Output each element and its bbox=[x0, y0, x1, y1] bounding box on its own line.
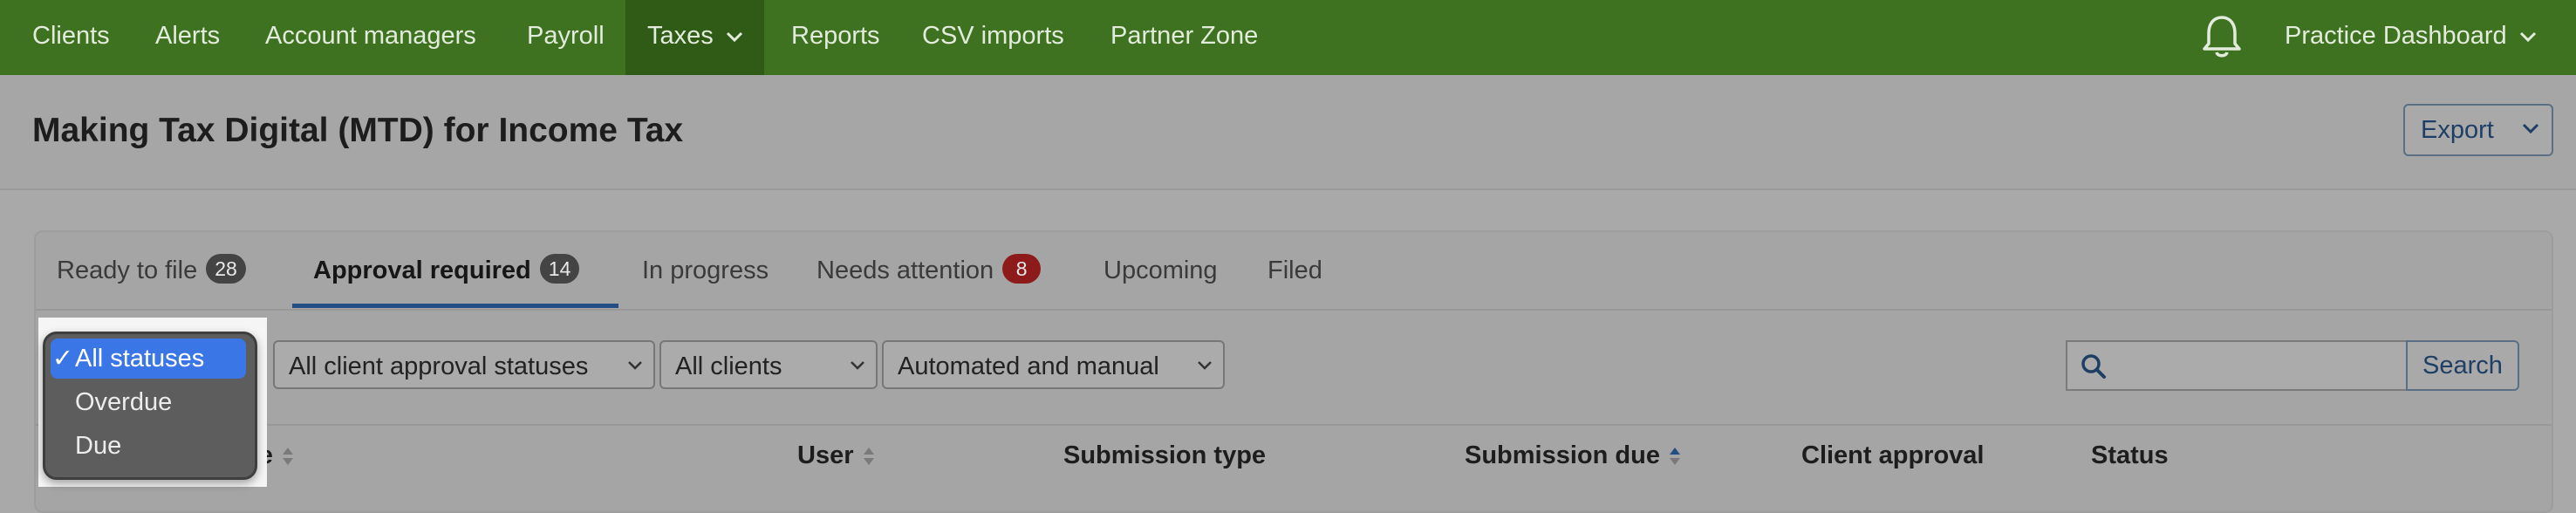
column-header-label: User bbox=[797, 441, 854, 469]
top-nav: Clients Alerts Account managers Payroll … bbox=[0, 0, 2576, 75]
chevron-down-icon bbox=[851, 361, 864, 370]
tab-ready-to-file[interactable]: Ready to file 28 bbox=[57, 232, 246, 309]
clients-filter[interactable]: All clients bbox=[659, 340, 878, 389]
status-options-menu: ✓All statuses Overdue Due bbox=[43, 332, 257, 480]
column-header-submission-type: Submission type bbox=[1063, 441, 1267, 469]
option-overdue[interactable]: Overdue bbox=[51, 382, 246, 422]
client-approval-filter[interactable]: All client approval statuses bbox=[273, 340, 655, 389]
nav-partner-zone[interactable]: Partner Zone bbox=[1110, 0, 1258, 75]
export-button[interactable]: Export bbox=[2403, 104, 2553, 156]
option-label: Due bbox=[75, 432, 122, 460]
sort-ascending-icon bbox=[1669, 448, 1680, 466]
clients-filter-value: All clients bbox=[675, 352, 782, 380]
filters-row: All client approval statuses All clients… bbox=[36, 311, 2552, 426]
active-tab-indicator bbox=[292, 304, 618, 308]
practice-dashboard-label: Practice Dashboard bbox=[2285, 22, 2507, 50]
option-label: Overdue bbox=[75, 388, 173, 416]
tab-label: Approval required bbox=[313, 256, 531, 284]
search-icon bbox=[2081, 354, 2106, 379]
nav-csv-imports[interactable]: CSV imports bbox=[922, 0, 1064, 75]
tab-label: Ready to file bbox=[57, 256, 198, 284]
tab-label: Needs attention bbox=[817, 256, 994, 284]
column-header-submission-due[interactable]: Submission due bbox=[1465, 441, 1681, 470]
tab-in-progress[interactable]: In progress bbox=[642, 232, 769, 309]
export-label: Export bbox=[2421, 116, 2494, 144]
chevron-down-icon bbox=[2522, 123, 2539, 133]
submissions-card: Ready to file 28 Approval required 14 In p… bbox=[34, 230, 2553, 513]
option-label: All statuses bbox=[75, 345, 205, 373]
tab-approval-required[interactable]: Approval required 14 bbox=[313, 232, 580, 309]
search-input[interactable] bbox=[2066, 340, 2406, 391]
sort-icon bbox=[863, 448, 874, 466]
nav-payroll[interactable]: Payroll bbox=[527, 0, 605, 75]
practice-dashboard-menu[interactable]: Practice Dashboard bbox=[2285, 0, 2537, 75]
submission-mode-filter[interactable]: Automated and manual bbox=[882, 340, 1225, 389]
chevron-down-icon bbox=[2519, 32, 2536, 43]
count-badge: 28 bbox=[206, 254, 246, 284]
tab-filed[interactable]: Filed bbox=[1268, 232, 1322, 309]
checkmark-icon: ✓ bbox=[51, 345, 74, 373]
column-header-label: Submission due bbox=[1465, 441, 1660, 469]
chevron-down-icon bbox=[1198, 361, 1212, 370]
nav-taxes[interactable]: Taxes bbox=[625, 0, 764, 75]
count-badge: 14 bbox=[539, 254, 580, 284]
sort-icon bbox=[282, 448, 293, 466]
tab-upcoming[interactable]: Upcoming bbox=[1104, 232, 1218, 309]
page-header: Making Tax Digital (MTD) for Income Tax … bbox=[0, 75, 2576, 190]
column-header-user[interactable]: User bbox=[797, 441, 875, 470]
nav-reports[interactable]: Reports bbox=[791, 0, 880, 75]
nav-taxes-label: Taxes bbox=[647, 22, 714, 50]
bell-icon[interactable] bbox=[2200, 12, 2244, 59]
search-button[interactable]: Search bbox=[2406, 340, 2519, 391]
nav-alerts[interactable]: Alerts bbox=[155, 0, 220, 75]
nav-account-managers[interactable]: Account managers bbox=[265, 0, 476, 75]
page-title: Making Tax Digital (MTD) for Income Tax bbox=[32, 112, 684, 149]
status-filter-dropdown: ✓All statuses Overdue Due bbox=[38, 318, 267, 487]
column-header-status: Status bbox=[2091, 441, 2169, 469]
client-approval-filter-value: All client approval statuses bbox=[289, 352, 589, 380]
tab-needs-attention[interactable]: Needs attention 8 bbox=[817, 232, 1042, 309]
option-all-statuses[interactable]: ✓All statuses bbox=[51, 339, 246, 379]
option-due[interactable]: Due bbox=[51, 426, 246, 466]
chevron-down-icon bbox=[726, 32, 742, 43]
tabs-bar: Ready to file 28 Approval required 14 In p… bbox=[36, 232, 2552, 311]
count-badge: 8 bbox=[1002, 254, 1042, 284]
nav-clients[interactable]: Clients bbox=[32, 0, 110, 75]
submission-mode-filter-value: Automated and manual bbox=[898, 352, 1159, 380]
chevron-down-icon bbox=[628, 361, 642, 370]
column-header-client-approval: Client approval bbox=[1801, 441, 1985, 469]
